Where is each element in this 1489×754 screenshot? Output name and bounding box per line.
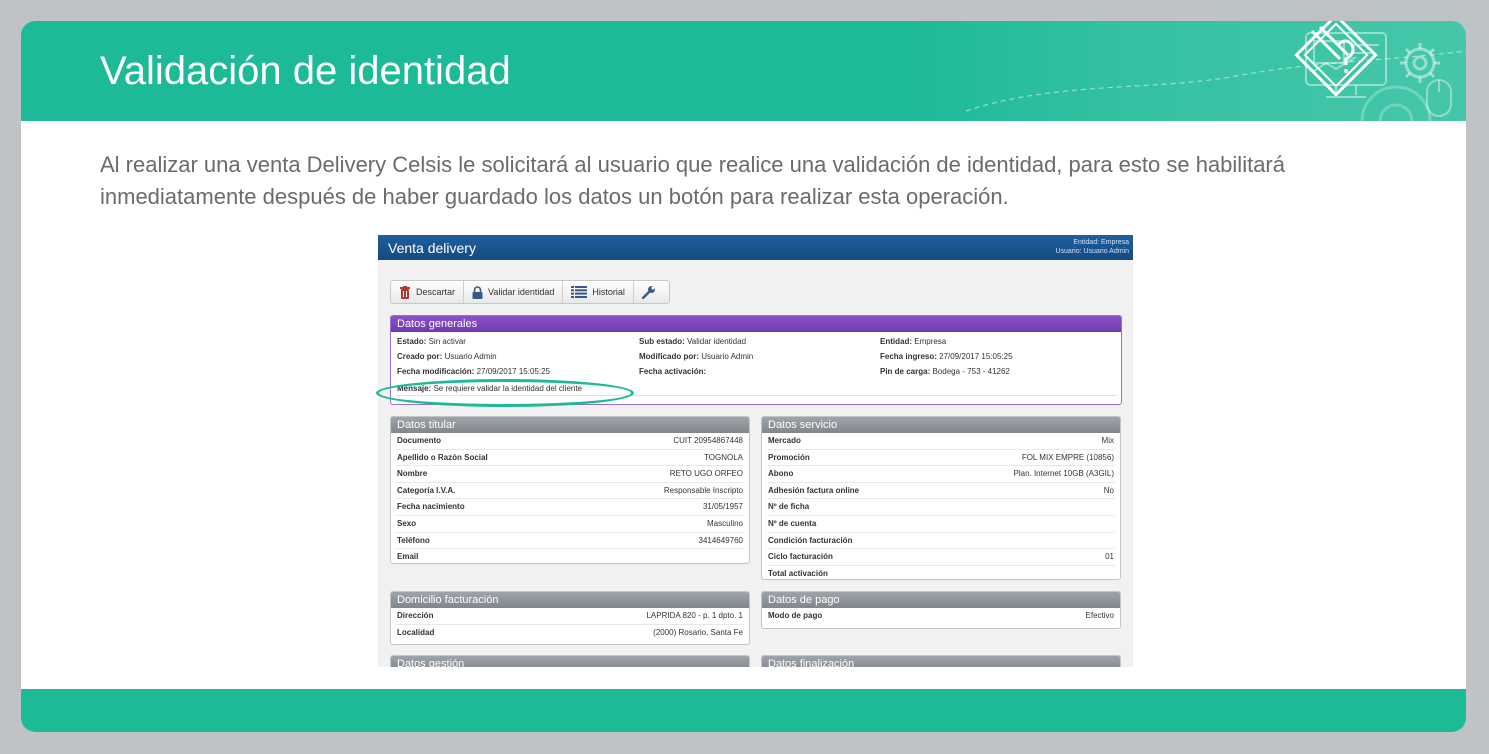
highlight-oval [376,379,634,407]
general-data-header: Datos generales [391,316,1121,332]
table-row: Nombre RETO UGO ORFEO [396,466,744,483]
table-row: Modo de pago Efectivo [768,611,1114,620]
lock-icon [472,285,483,299]
intro-text: Al realizar una venta Delivery Celsis le… [100,152,1285,209]
app-screenshot: Venta delivery Entidad: Empresa Usuario:… [378,235,1133,667]
table-row: Fecha nacimiento 31/05/1957 [396,499,744,516]
list-icon [571,286,588,298]
slide-title: Validación de identidad [100,49,511,93]
billing-address-header: Domicilio facturación [391,592,749,608]
table-row: Nº de cuenta [767,516,1115,533]
modificado-por-field: Modificado por: Usuario Admin [639,352,754,361]
user-line: Usuario: Usuario Admin [1055,248,1129,255]
validation-icon [1294,21,1378,97]
table-row: Promoción FOL MIX EMPRE (10856) [767,450,1115,467]
table-row: Teléfono 3414649760 [396,533,744,550]
table-row: Nº de ficha [767,499,1115,516]
creado-por-field: Creado por: Usuario Admin [397,352,497,361]
app-titlebar: Venta delivery Entidad: Empresa Usuario:… [378,235,1133,260]
slide: Validación de identidad Al realizar una … [21,21,1466,732]
entidad-field: Entidad: Empresa [880,337,947,346]
trash-icon [400,285,410,299]
slide-footer [21,689,1466,732]
toolbar: Descartar Validar identidad Historial [390,280,670,304]
holder-data-header: Datos titular [391,417,749,433]
wrench-icon [641,286,655,299]
table-row: Ciclo facturación 01 [767,549,1115,566]
holder-data-panel: Datos titular Documento CUIT 20954867448 … [390,416,750,564]
fecha-modificacion-field: Fecha modificación: 27/09/2017 15:05:25 [397,367,550,376]
completion-data-panel: Datos finalización [761,655,1121,667]
billing-address-panel: Domicilio facturación Dirección LAPRIDA 8… [390,591,750,645]
table-row: Mercado Mix [767,433,1115,450]
service-data-panel: Datos servicio Mercado Mix Promoción FOL M… [761,416,1121,580]
table-row: Localidad (2000) Rosario, Santa Fe [397,627,743,637]
pin-carga-field: Pin de carga: Bodega - 753 - 41262 [880,367,1010,376]
app-user-info: Entidad: Empresa Usuario: Usuario Admin [1055,238,1129,256]
tools-button[interactable] [634,281,669,303]
payment-data-panel: Datos de pago Modo de pago Efectivo [761,591,1121,629]
table-row: Apellido o Razón Social TOGNOLA [396,450,744,467]
estado-field: Estado: Sin activar [397,337,466,346]
table-row: Total activación [768,568,828,578]
fecha-activacion-field: Fecha activación: [639,367,707,376]
sub-estado-field: Sub estado: Validar identidad [639,337,747,346]
history-button[interactable]: Historial [563,281,634,303]
table-row: Sexo Masculino [396,516,744,533]
management-data-panel: Datos gestión [390,655,750,667]
table-row: Condición facturación [767,533,1115,550]
validate-identity-button[interactable]: Validar identidad [464,281,564,303]
payment-data-header: Datos de pago [762,592,1120,608]
table-row: Abono Plan. Internet 10GB (A3GIL) [767,466,1115,483]
mouse-icon [1426,79,1452,117]
discard-label: Descartar [416,287,456,297]
history-label: Historial [592,287,625,297]
table-row: Categoría I.V.A. Responsable Inscripto [396,483,744,500]
validate-identity-label: Validar identidad [488,287,555,297]
entity-line: Entidad: Empresa [1073,239,1129,246]
service-data-header: Datos servicio [762,417,1120,433]
fecha-ingreso-field: Fecha ingreso: 27/09/2017 15:05:25 [880,352,1013,361]
discard-button[interactable]: Descartar [391,281,465,303]
table-row: Dirección LAPRIDA 820 - p. 1 dpto. 1 [396,608,744,625]
app-title: Venta delivery [388,240,476,256]
slide-header: Validación de identidad [21,21,1466,121]
completion-data-header: Datos finalización [762,656,1120,667]
table-row: Adhesión factura online No [767,483,1115,500]
management-data-header: Datos gestión [391,656,749,667]
table-row: Email [396,549,744,563]
table-row: Documento CUIT 20954867448 [396,433,744,450]
